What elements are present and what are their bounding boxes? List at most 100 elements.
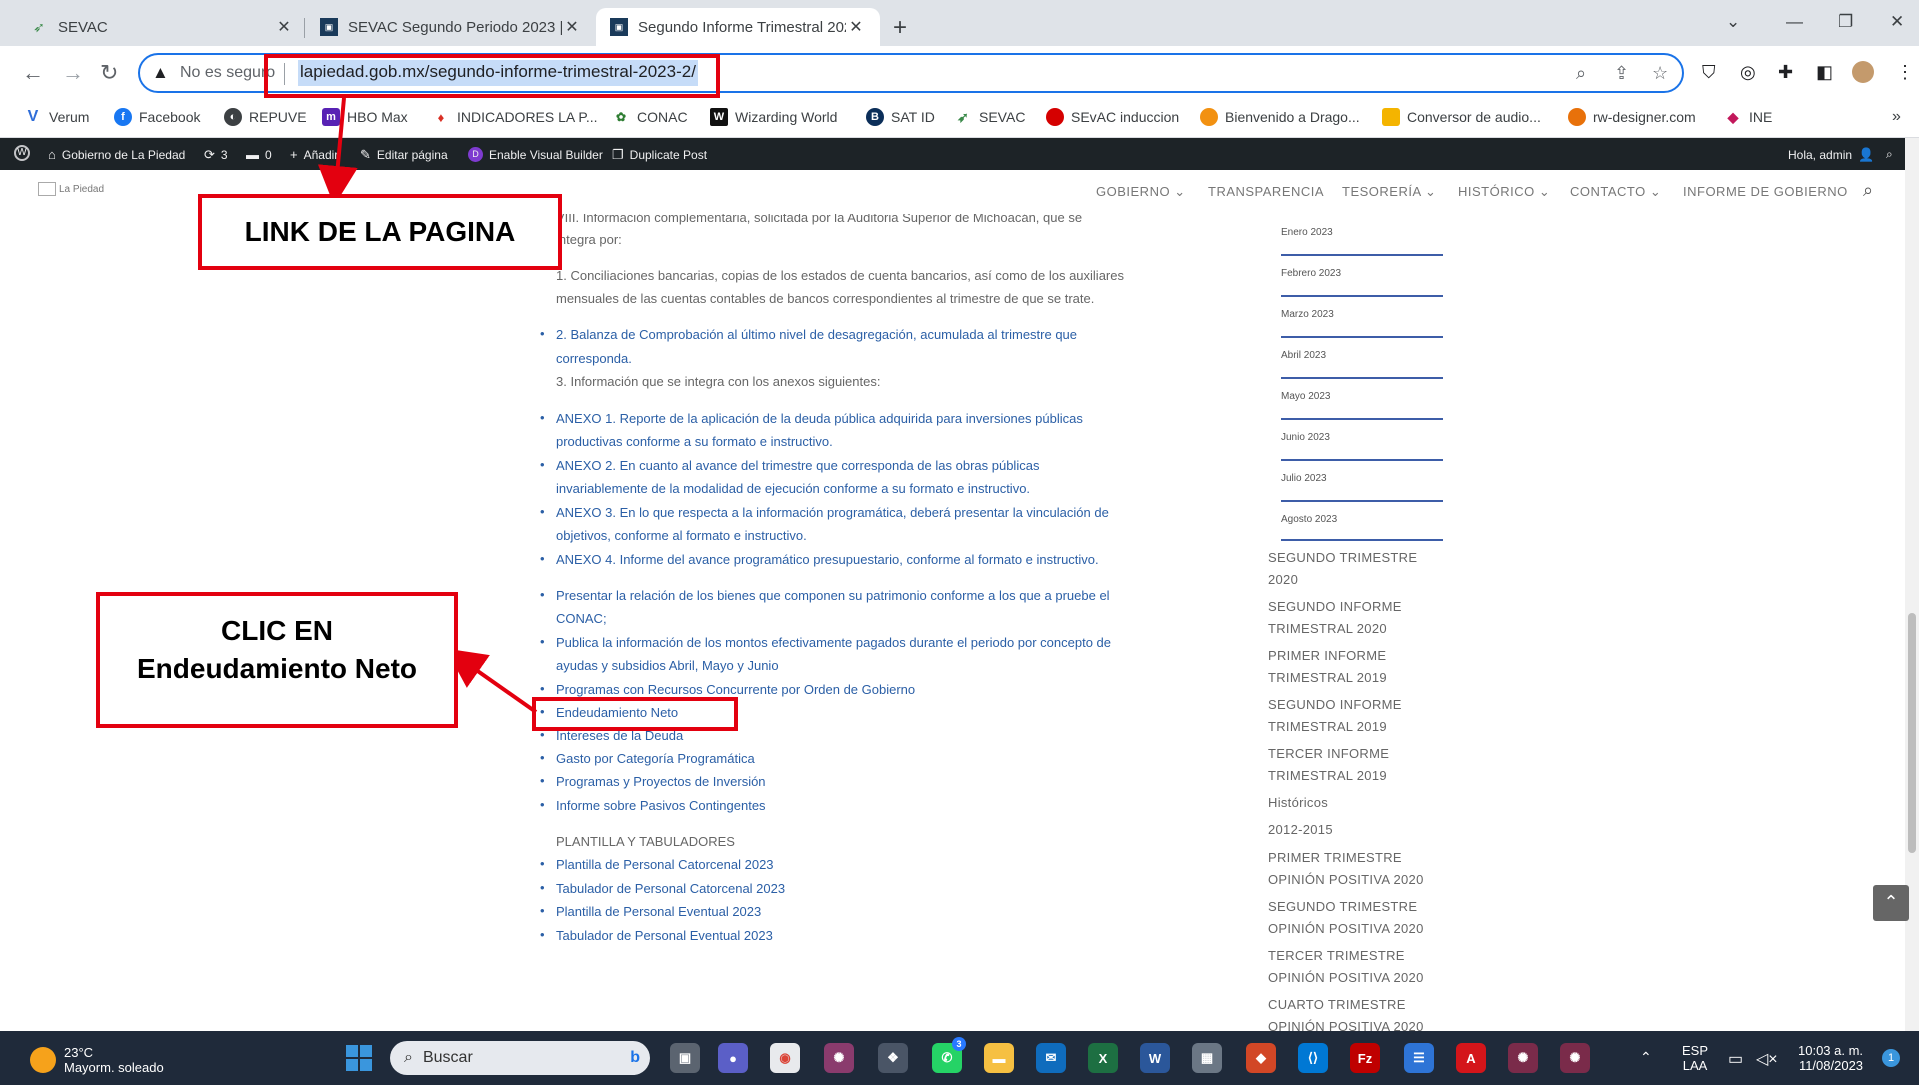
profile-avatar[interactable] — [1852, 61, 1874, 83]
close-icon[interactable]: ✕ — [274, 17, 294, 37]
admin-site-link[interactable]: ⌂ Gobierno de La Piedad — [48, 147, 185, 162]
bookmark-indicadores[interactable]: ♦ INDICADORES LA P... — [432, 108, 598, 126]
link-gasto-categoria[interactable]: Gasto por Categoría Programática — [556, 751, 755, 766]
menu-tesoreria[interactable]: TESORERÍA ⌄ — [1342, 184, 1436, 200]
link-plantilla-eventual[interactable]: Plantilla de Personal Eventual 2023 — [556, 904, 761, 919]
extension-icon[interactable]: ◎ — [1740, 62, 1756, 83]
network-icon[interactable]: ▭ — [1728, 1049, 1743, 1069]
menu-gobierno[interactable]: GOBIERNO ⌄ — [1096, 184, 1186, 200]
admin-comments[interactable]: ▬ 0 — [246, 147, 272, 162]
bookmark-repuve[interactable]: ◐ REPUVE — [224, 108, 307, 126]
whatsapp-icon[interactable]: ✆ 3 — [932, 1037, 966, 1073]
search-icon[interactable]: ⌕ — [1863, 180, 1873, 201]
calculator-icon[interactable]: ▦ — [1192, 1043, 1222, 1073]
taskbar-search[interactable]: ⌕ Buscar b — [390, 1041, 650, 1075]
security-status[interactable]: No es seguro — [180, 64, 275, 82]
menu-transparencia[interactable]: TRANSPARENCIA — [1208, 184, 1324, 199]
more-bookmarks-icon[interactable]: » — [1892, 108, 1901, 126]
bookmark-star-icon[interactable]: ☆ — [1652, 63, 1668, 84]
weather-widget[interactable]: 23°C Mayorm. soleado — [30, 1045, 164, 1075]
bookmark-rw-designer[interactable]: rw-designer.com — [1568, 108, 1696, 126]
sidebar-month-link[interactable]: Febrero 2023 — [1281, 268, 1341, 279]
tab-search-chevron-icon[interactable]: ⌄ — [1726, 12, 1740, 32]
sidebar-link[interactable]: SEGUNDO INFORME TRIMESTRAL 2019 — [1268, 694, 1402, 738]
sidebar-month-link[interactable]: Mayo 2023 — [1281, 391, 1330, 402]
wordpress-logo-icon[interactable]: W — [14, 145, 30, 161]
chevron-up-icon[interactable]: ⌃ — [1640, 1049, 1652, 1066]
sidebar-link[interactable]: SEGUNDO INFORME TRIMESTRAL 2020 — [1268, 596, 1402, 640]
language-indicator[interactable]: ESP LAA — [1682, 1043, 1708, 1073]
link-anexo-1[interactable]: ANEXO 1. Reporte de la aplicación de la … — [556, 411, 1083, 426]
sidebar-month-link[interactable]: Abril 2023 — [1281, 350, 1326, 361]
link-anexo-4[interactable]: ANEXO 4. Informe del avance programático… — [556, 552, 1099, 567]
scrollbar-thumb[interactable] — [1908, 613, 1916, 853]
admin-duplicate-post[interactable]: ❐ Duplicate Post — [612, 147, 707, 163]
app-icon[interactable]: ◆ — [1246, 1043, 1276, 1073]
clock[interactable]: 10:03 a. m. 11/08/2023 — [1798, 1043, 1863, 1073]
task-view-icon[interactable]: ▣ — [670, 1043, 700, 1073]
volume-icon[interactable]: ◁× — [1756, 1049, 1778, 1069]
link-anexo-2-cont[interactable]: invariablemente de la modalidad de ejecu… — [556, 481, 1030, 496]
more-menu-icon[interactable]: ⋮ — [1896, 62, 1914, 83]
admin-updates[interactable]: ⟳ 3 — [204, 147, 228, 163]
admin-search-icon[interactable]: ⌕ — [1886, 147, 1893, 162]
site-logo[interactable]: La Piedad — [38, 182, 104, 196]
bookmark-conversor-audio[interactable]: Conversor de audio... — [1382, 108, 1541, 126]
word-icon[interactable]: W — [1140, 1043, 1170, 1073]
link-patrimonio[interactable]: Presentar la relación de los bienes que … — [556, 588, 1110, 603]
admin-add-new[interactable]: + Añadir — [290, 147, 338, 162]
restore-button[interactable]: ❐ — [1838, 12, 1853, 32]
app-icon[interactable]: ✺ — [1560, 1043, 1590, 1073]
link-balanza-cont[interactable]: corresponda. — [556, 351, 632, 366]
sidebar-month-link[interactable]: Junio 2023 — [1281, 432, 1330, 443]
link-anexo-3-cont[interactable]: objetivos, conforme al formato e instruc… — [556, 528, 807, 543]
tab-sevac[interactable]: ➶ SEVAC ✕ — [16, 8, 308, 46]
sidebar-link[interactable]: TERCER INFORME TRIMESTRAL 2019 — [1268, 743, 1389, 787]
close-icon[interactable]: ✕ — [562, 17, 582, 37]
link-patrimonio-cont[interactable]: CONAC; — [556, 611, 607, 626]
chrome-icon[interactable]: ◉ — [770, 1043, 800, 1073]
bookmark-ine[interactable]: ◆ INE — [1724, 108, 1773, 126]
link-programas-proyectos[interactable]: Programas y Proyectos de Inversión — [556, 774, 766, 789]
back-arrow-icon[interactable]: ← — [22, 60, 44, 86]
admin-account[interactable]: Hola, admin 👤 — [1788, 147, 1880, 163]
back-to-top-button[interactable]: ⌃ — [1873, 885, 1909, 921]
mail-icon[interactable]: ✉ — [1036, 1043, 1066, 1073]
acrobat-icon[interactable]: A — [1456, 1043, 1486, 1073]
bookmark-sevac[interactable]: ➶ SEVAC — [954, 108, 1025, 126]
link-pasivos[interactable]: Informe sobre Pasivos Contingentes — [556, 798, 766, 813]
filezilla-icon[interactable]: Fz — [1350, 1043, 1380, 1073]
file-explorer-icon[interactable]: ▬ — [984, 1043, 1014, 1073]
excel-icon[interactable]: X — [1088, 1043, 1118, 1073]
sidebar-link[interactable]: SEGUNDO TRIMESTRE 2020 — [1268, 547, 1417, 591]
link-programas-recursos[interactable]: Programas con Recursos Concurrente por O… — [556, 682, 915, 697]
bookmark-hbo-max[interactable]: m HBO Max — [322, 108, 408, 126]
notifications-badge[interactable]: 1 — [1882, 1049, 1900, 1067]
link-anexo-2[interactable]: ANEXO 2. En cuanto al avance del trimest… — [556, 458, 1039, 473]
bookmark-dragon[interactable]: Bienvenido a Drago... — [1200, 108, 1360, 126]
menu-informe-de-gobierno[interactable]: INFORME DE GOBIERNO — [1683, 184, 1848, 199]
app-icon[interactable]: ✺ — [824, 1043, 854, 1073]
shield-extension-icon[interactable]: ⛉ — [1702, 62, 1716, 83]
link-ayudas-cont[interactable]: ayudas y subsidios Abril, Mayo y Junio — [556, 658, 779, 673]
sidebar-link[interactable]: CUARTO TRIMESTRE OPINIÓN POSITIVA 2020 — [1268, 994, 1424, 1031]
app-icon[interactable]: ✺ — [1508, 1043, 1538, 1073]
link-anexo-3[interactable]: ANEXO 3. En lo que respecta a la informa… — [556, 505, 1109, 520]
forward-arrow-icon[interactable]: → — [62, 60, 84, 86]
warning-icon[interactable]: ▲ — [152, 63, 169, 83]
new-tab-button[interactable]: + — [893, 14, 907, 42]
sidebar-link[interactable]: Históricos — [1268, 792, 1328, 814]
bookmark-verum[interactable]: V Verum — [24, 108, 90, 126]
link-anexo-1-cont[interactable]: productivas conforme a su formato e inst… — [556, 434, 833, 449]
admin-edit-page[interactable]: ✎ Editar página — [360, 147, 448, 163]
sidebar-link[interactable]: 2012-2015 — [1268, 819, 1333, 841]
link-plantilla-catorcenal[interactable]: Plantilla de Personal Catorcenal 2023 — [556, 857, 774, 872]
notepad-icon[interactable]: ☰ — [1404, 1043, 1434, 1073]
vscode-icon[interactable]: ⟨⟩ — [1298, 1043, 1328, 1073]
sidebar-link[interactable]: TERCER TRIMESTRE OPINIÓN POSITIVA 2020 — [1268, 945, 1424, 989]
link-tabulador-catorcenal[interactable]: Tabulador de Personal Catorcenal 2023 — [556, 881, 785, 896]
bookmark-wizarding-world[interactable]: W Wizarding World — [710, 108, 837, 126]
tab-sevac-segundo-periodo[interactable]: ▣ SEVAC Segundo Periodo 2023 | C ✕ — [306, 8, 596, 46]
sidebar-month-link[interactable]: Julio 2023 — [1281, 473, 1327, 484]
sidebar-link[interactable]: SEGUNDO TRIMESTRE OPINIÓN POSITIVA 2020 — [1268, 896, 1424, 940]
